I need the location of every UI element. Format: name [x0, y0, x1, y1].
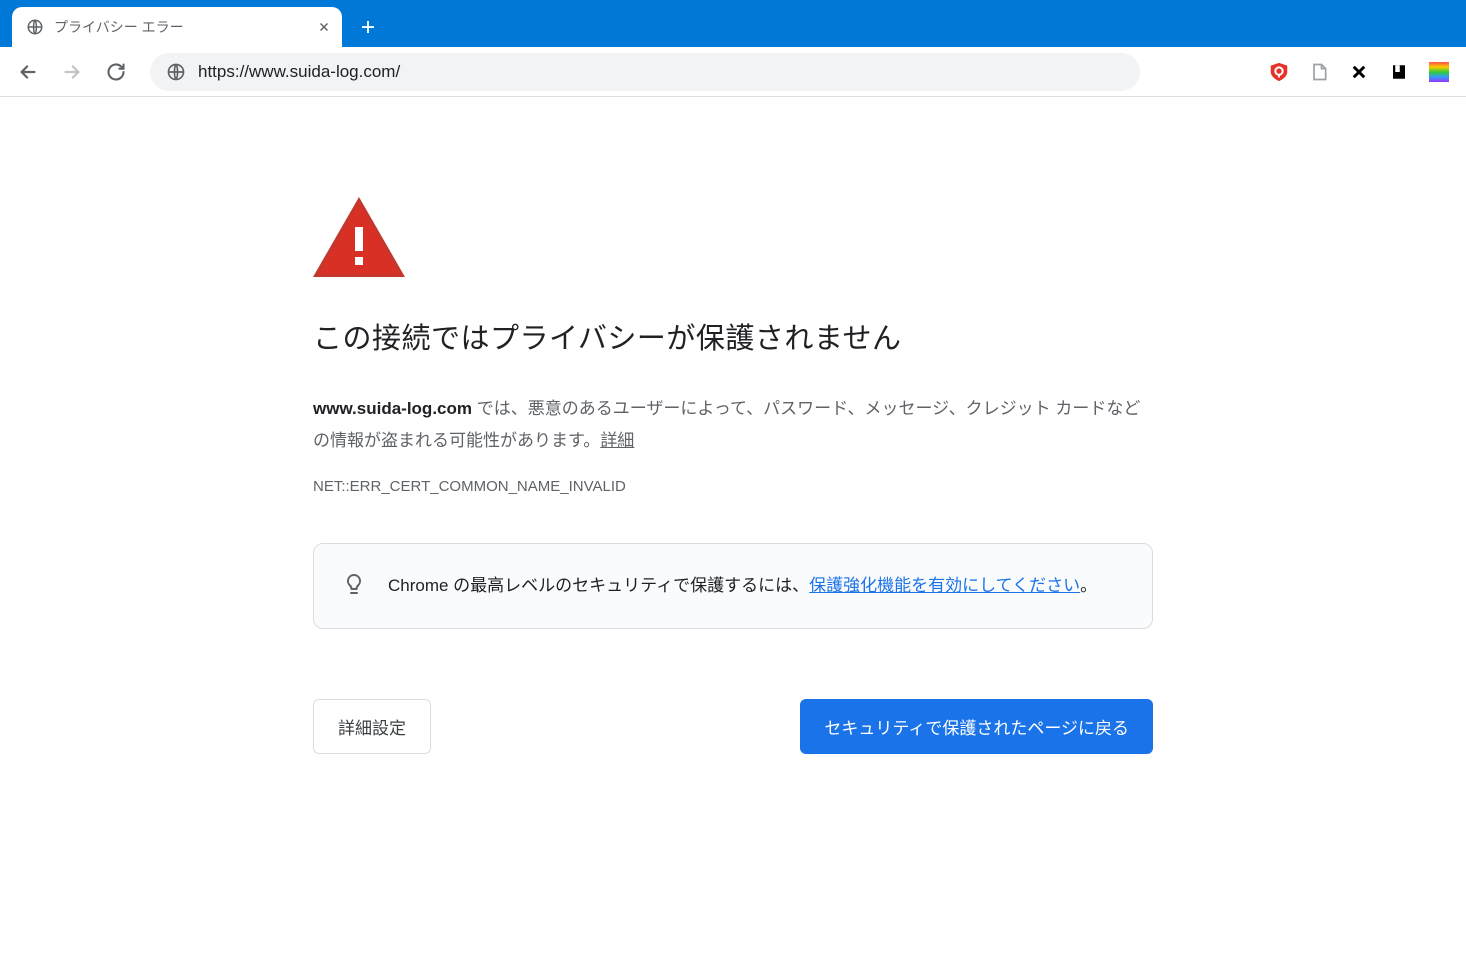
suggestion-before: Chrome の最高レベルのセキュリティで保護するには、 [388, 576, 809, 595]
details-link[interactable]: 詳細 [600, 431, 634, 450]
back-to-safety-button[interactable]: セキュリティで保護されたページに戻る [800, 699, 1153, 754]
back-button[interactable] [10, 54, 46, 90]
rainbow-icon[interactable] [1428, 61, 1450, 83]
forward-button[interactable] [54, 54, 90, 90]
url-text: https://www.suida-log.com/ [198, 62, 400, 82]
browser-toolbar: https://www.suida-log.com/ [0, 47, 1466, 97]
enhanced-protection-link[interactable]: 保護強化機能を有効にしてください [809, 576, 1080, 595]
bookmark-icon[interactable] [1388, 61, 1410, 83]
globe-icon [166, 62, 186, 82]
error-body: www.suida-log.com では、悪意のあるユーザーによって、パスワード… [313, 393, 1153, 458]
suggestion-after: 。 [1080, 576, 1097, 595]
tab-bar: プライバシー エラー [0, 0, 1466, 47]
lightbulb-icon [342, 572, 366, 596]
close-tab-icon[interactable] [316, 19, 332, 35]
error-host: www.suida-log.com [313, 399, 472, 418]
browser-tab[interactable]: プライバシー エラー [12, 7, 342, 47]
ssl-error-container: この接続ではプライバシーが保護されません www.suida-log.com で… [313, 197, 1153, 754]
extension-icons [1268, 61, 1456, 83]
note-icon[interactable] [1308, 61, 1330, 83]
error-title: この接続ではプライバシーが保護されません [313, 315, 1153, 357]
reload-button[interactable] [98, 54, 134, 90]
cross-icon[interactable] [1348, 61, 1370, 83]
page-content: この接続ではプライバシーが保護されません www.suida-log.com で… [0, 97, 1466, 754]
address-bar[interactable]: https://www.suida-log.com/ [150, 53, 1140, 91]
advanced-button[interactable]: 詳細設定 [313, 699, 431, 754]
ublock-icon[interactable] [1268, 61, 1290, 83]
error-code: NET::ERR_CERT_COMMON_NAME_INVALID [313, 478, 1153, 495]
globe-icon [26, 18, 44, 36]
tab-title: プライバシー エラー [54, 17, 306, 37]
new-tab-button[interactable] [352, 11, 384, 43]
warning-icon [313, 197, 1153, 277]
button-row: 詳細設定 セキュリティで保護されたページに戻る [313, 699, 1153, 754]
suggestion-text: Chrome の最高レベルのセキュリティで保護するには、保護強化機能を有効にして… [388, 570, 1097, 602]
suggestion-box: Chrome の最高レベルのセキュリティで保護するには、保護強化機能を有効にして… [313, 543, 1153, 629]
